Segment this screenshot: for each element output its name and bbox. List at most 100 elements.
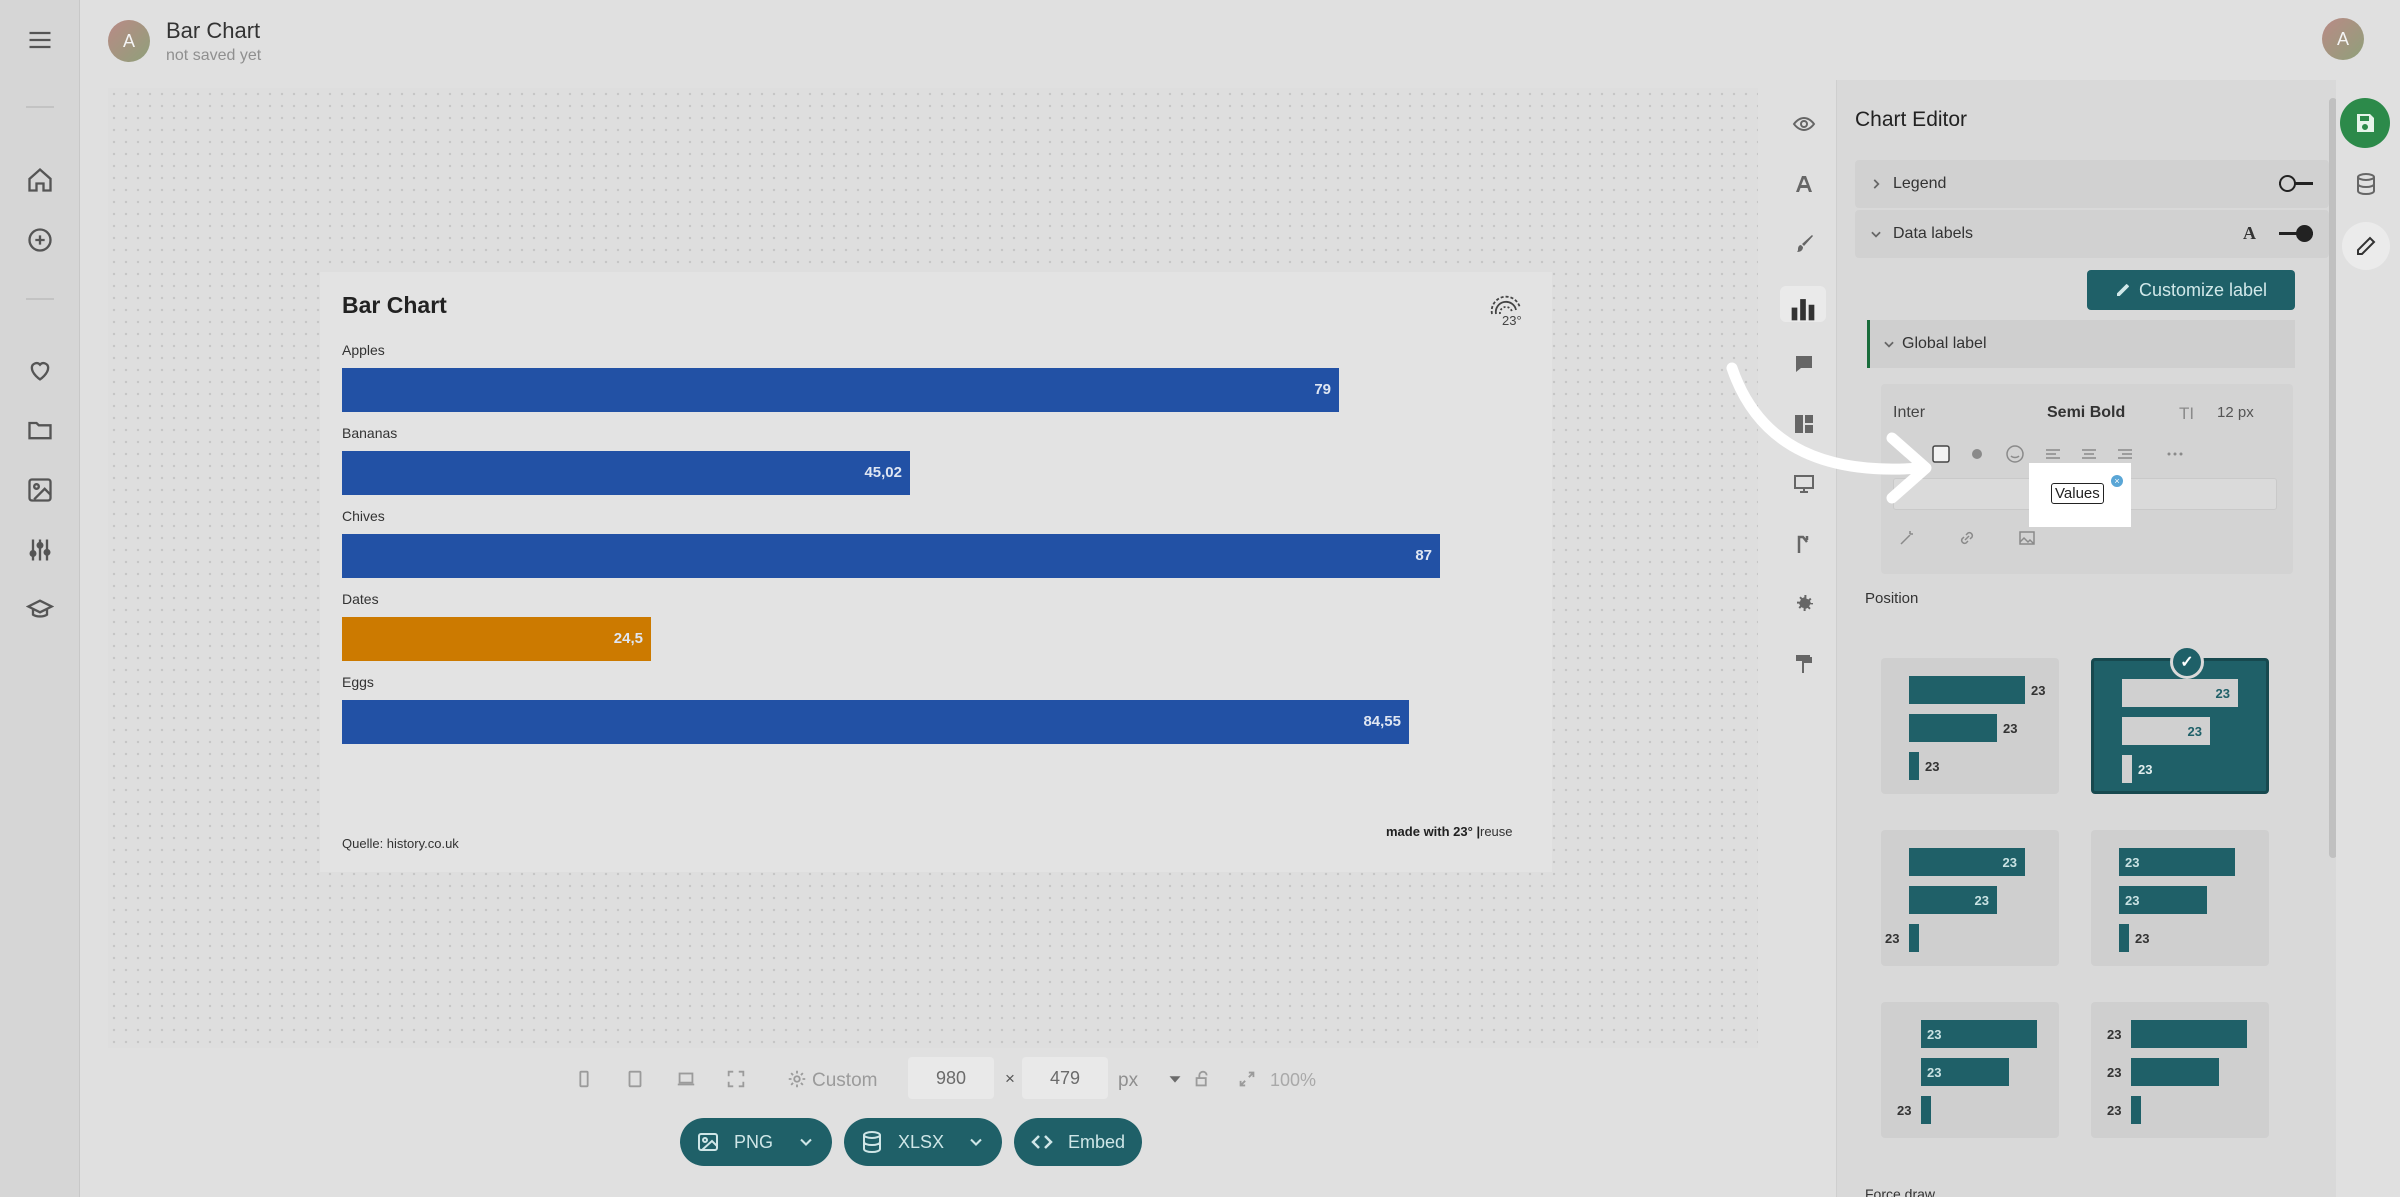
checkmark-icon: ✓: [2170, 645, 2204, 679]
database-icon: [860, 1130, 884, 1154]
legend-toggle[interactable]: [2279, 175, 2313, 192]
size-preset-select[interactable]: Custom: [812, 1070, 877, 1092]
eye-icon[interactable]: [1786, 106, 1822, 142]
lock-aspect-icon[interactable]: [1192, 1068, 1214, 1090]
tablet-view-icon[interactable]: [624, 1068, 646, 1090]
legend-label: Legend: [1893, 175, 1947, 192]
position-sample-label: 23: [1927, 1027, 1942, 1042]
left-sidebar: [0, 0, 80, 1197]
position-inside-end[interactable]: ✓ 23 23 23: [2091, 645, 2269, 794]
bar-category-label: Eggs: [342, 674, 374, 690]
chevron-down-icon[interactable]: [796, 1132, 816, 1152]
brush-icon[interactable]: [1786, 226, 1822, 262]
align-left-icon[interactable]: [2043, 444, 2063, 464]
image-icon[interactable]: [2017, 528, 2037, 548]
home-icon[interactable]: [26, 166, 54, 194]
position-sample-label: 23: [2187, 724, 2202, 739]
width-input[interactable]: 980: [908, 1057, 994, 1099]
force-draw-heading: Force draw: [1865, 1186, 1936, 1197]
zoom-level[interactable]: 100%: [1270, 1070, 1316, 1091]
auto-resize-icon[interactable]: [1236, 1068, 1258, 1090]
position-sample-label: 23: [2138, 762, 2153, 777]
graduation-cap-icon[interactable]: [26, 596, 54, 624]
position-inside-start-alt[interactable]: 23 23 23: [1881, 1002, 2059, 1138]
font-weight-select[interactable]: Semi Bold: [2047, 404, 2125, 422]
edit-pencil-icon[interactable]: [2342, 222, 2390, 270]
unit-select[interactable]: px: [1118, 1070, 1138, 1092]
link-icon[interactable]: [1957, 528, 1977, 548]
data-labels-toggle[interactable]: [2279, 225, 2313, 242]
embed-button[interactable]: Embed: [1014, 1118, 1142, 1166]
save-status: not saved yet: [166, 47, 262, 64]
position-outside-end[interactable]: 23 23 23: [1881, 658, 2059, 794]
legend-section[interactable]: Legend: [1855, 160, 2329, 208]
paint-roller-icon[interactable]: [1786, 646, 1822, 682]
sidebar-divider: [26, 106, 54, 108]
remove-token-icon[interactable]: ×: [2109, 473, 2125, 489]
font-style-icon[interactable]: A: [2243, 223, 2256, 244]
laptop-view-icon[interactable]: [675, 1068, 697, 1090]
position-sample-bar: [2119, 924, 2129, 952]
menu-icon[interactable]: [26, 26, 54, 54]
bar[interactable]: 24,5: [342, 617, 651, 661]
document-title[interactable]: Bar Chart: [166, 18, 260, 44]
font-size-input[interactable]: 12 px: [2217, 404, 2254, 421]
position-sample-bar: [1909, 752, 1919, 780]
bar-value-label: 87: [1415, 547, 1432, 564]
customize-label-button[interactable]: Customize label: [2087, 270, 2295, 310]
magic-wand-icon[interactable]: [1897, 528, 1917, 548]
position-inside-start[interactable]: 23 23 23: [2091, 830, 2269, 966]
image-icon[interactable]: [26, 476, 54, 504]
heart-icon[interactable]: [26, 356, 54, 384]
position-outside-start[interactable]: 23 23 23: [2091, 1002, 2269, 1138]
save-button[interactable]: [2340, 98, 2390, 148]
font-size-icon: TI: [2179, 404, 2195, 423]
chevron-down-icon[interactable]: [966, 1132, 986, 1152]
bar[interactable]: 45,02: [342, 451, 910, 495]
bar-category-label: Apples: [342, 342, 385, 358]
image-icon: [696, 1130, 720, 1154]
made-with-credit[interactable]: made with 23° |: [1386, 824, 1480, 839]
bar-category-label: Dates: [342, 591, 379, 607]
folder-icon[interactable]: [26, 416, 54, 444]
chevron-down-icon: [1882, 337, 1896, 351]
position-sample-bar: 23: [2122, 679, 2238, 707]
fullscreen-icon[interactable]: [725, 1068, 747, 1090]
position-sample-label: 23: [2215, 686, 2230, 701]
height-input[interactable]: 479: [1022, 1057, 1108, 1099]
data-labels-section[interactable]: Data labels A: [1855, 210, 2329, 258]
database-icon[interactable]: [2350, 168, 2382, 200]
align-center-icon[interactable]: [2079, 444, 2099, 464]
chevron-down-icon: [1869, 227, 1883, 241]
position-sample-label: 23: [1925, 759, 1940, 774]
bar[interactable]: 87: [342, 534, 1440, 578]
annotation-icon[interactable]: [1786, 526, 1822, 562]
values-token[interactable]: Values: [2051, 483, 2104, 504]
mobile-view-icon[interactable]: [573, 1068, 595, 1090]
position-sample-bar: [1909, 676, 2025, 704]
align-right-icon[interactable]: [2115, 444, 2135, 464]
typography-icon[interactable]: [1786, 166, 1822, 202]
plus-circle-icon[interactable]: [26, 226, 54, 254]
bar[interactable]: 84,55: [342, 700, 1409, 744]
sliders-icon[interactable]: [26, 536, 54, 564]
caret-down-icon[interactable]: [1164, 1068, 1186, 1090]
gear-icon[interactable]: [786, 1068, 808, 1090]
gear-icon[interactable]: [1967, 444, 1987, 464]
export-png-button[interactable]: PNG: [680, 1118, 832, 1166]
export-xlsx-button[interactable]: XLSX: [844, 1118, 1002, 1166]
position-sample-label: 23: [2135, 931, 2150, 946]
emoji-icon[interactable]: [2005, 444, 2025, 464]
position-sample-bar: [2131, 1096, 2141, 1124]
editor-title: Chart Editor: [1855, 108, 1968, 131]
position-sample-label: 23: [2125, 893, 2140, 908]
bar[interactable]: 79: [342, 368, 1339, 412]
reuse-link[interactable]: reuse: [1480, 824, 1513, 839]
chart-avatar[interactable]: A: [108, 20, 150, 62]
settings-icon[interactable]: [1786, 586, 1822, 622]
more-icon[interactable]: [2165, 444, 2185, 464]
bar-chart-icon[interactable]: [1780, 286, 1826, 322]
position-inside-end-alt[interactable]: 23 23 23: [1881, 830, 2059, 966]
panel-scrollbar[interactable]: [2329, 98, 2336, 858]
user-avatar[interactable]: A: [2322, 18, 2364, 60]
